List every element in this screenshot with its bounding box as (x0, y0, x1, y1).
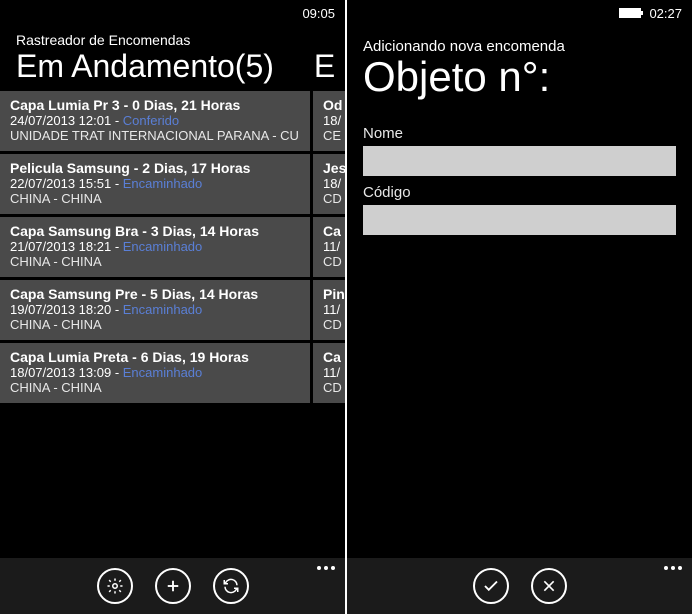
package-item-peek[interactable]: Od18/CE (313, 91, 345, 151)
item-subtitle: 11/ (323, 302, 345, 317)
list-row: Capa Samsung Bra - 3 Dias, 14 Horas21/07… (0, 217, 345, 277)
status-link[interactable]: Encaminhado (123, 302, 203, 317)
item-title: Ca (323, 349, 345, 365)
check-icon (482, 577, 500, 595)
item-subtitle: 11/ (323, 239, 345, 254)
package-item-peek[interactable]: Pin11/CD (313, 280, 345, 340)
item-title: Pin (323, 286, 345, 302)
item-title: Capa Samsung Pre - 5 Dias, 14 Horas (10, 286, 300, 302)
battery-icon (619, 8, 641, 18)
clock: 02:27 (649, 6, 682, 21)
package-item-peek[interactable]: Jes18/CD (313, 154, 345, 214)
status-bar: 09:05 (0, 0, 345, 24)
app-bar (0, 558, 345, 614)
package-item[interactable]: Capa Lumia Preta - 6 Dias, 19 Horas18/07… (0, 343, 310, 403)
refresh-button[interactable] (213, 568, 249, 604)
item-subtitle: 11/ (323, 365, 345, 380)
name-label: Nome (363, 125, 676, 142)
package-item[interactable]: Pelicula Samsung - 2 Dias, 17 Horas22/07… (0, 154, 310, 214)
clock: 09:05 (302, 6, 335, 21)
gear-icon (106, 577, 124, 595)
item-location: CHINA - CHINA (10, 317, 300, 332)
pivot-next-peek[interactable]: E (314, 48, 335, 85)
package-item-peek[interactable]: Ca11/CD (313, 343, 345, 403)
name-input[interactable] (363, 146, 676, 176)
item-subtitle: 18/ (323, 176, 345, 191)
plus-icon (164, 577, 182, 595)
settings-button[interactable] (97, 568, 133, 604)
close-icon (541, 578, 557, 594)
status-link[interactable]: Encaminhado (123, 176, 203, 191)
code-label: Código (363, 184, 676, 201)
item-location: CD (323, 191, 345, 206)
cancel-button[interactable] (531, 568, 567, 604)
item-location: CE (323, 128, 345, 143)
page-title: Objeto n°: (347, 55, 692, 111)
item-subtitle: 22/07/2013 15:51 - Encaminhado (10, 176, 300, 191)
item-title: Ca (323, 223, 345, 239)
list-row: Capa Lumia Pr 3 - 0 Dias, 21 Horas24/07/… (0, 91, 345, 151)
more-button[interactable] (664, 566, 682, 570)
pivot-header[interactable]: Em Andamento(5) E (0, 48, 345, 91)
package-item-peek[interactable]: Ca11/CD (313, 217, 345, 277)
item-title: Capa Samsung Bra - 3 Dias, 14 Horas (10, 223, 300, 239)
status-link[interactable]: Conferido (123, 113, 179, 128)
item-title: Capa Lumia Pr 3 - 0 Dias, 21 Horas (10, 97, 300, 113)
status-link[interactable]: Encaminhado (123, 239, 203, 254)
add-button[interactable] (155, 568, 191, 604)
page-subtitle: Adicionando nova encomenda (347, 24, 692, 55)
item-location: CHINA - CHINA (10, 254, 300, 269)
list-row: Capa Lumia Preta - 6 Dias, 19 Horas18/07… (0, 343, 345, 403)
package-item[interactable]: Capa Samsung Bra - 3 Dias, 14 Horas21/07… (0, 217, 310, 277)
item-location: CD (323, 317, 345, 332)
status-bar: 02:27 (347, 0, 692, 24)
phone-add-package: 02:27 Adicionando nova encomenda Objeto … (347, 0, 692, 614)
item-title: Pelicula Samsung - 2 Dias, 17 Horas (10, 160, 300, 176)
item-subtitle: 24/07/2013 12:01 - Conferido (10, 113, 300, 128)
item-location: CHINA - CHINA (10, 380, 300, 395)
package-item[interactable]: Capa Samsung Pre - 5 Dias, 14 Horas19/07… (0, 280, 310, 340)
item-title: Capa Lumia Preta - 6 Dias, 19 Horas (10, 349, 300, 365)
item-location: CHINA - CHINA (10, 191, 300, 206)
item-subtitle: 18/07/2013 13:09 - Encaminhado (10, 365, 300, 380)
pivot-current[interactable]: Em Andamento(5) (16, 48, 274, 91)
item-subtitle: 21/07/2013 18:21 - Encaminhado (10, 239, 300, 254)
code-input[interactable] (363, 205, 676, 235)
phone-tracking-list: 09:05 Rastreador de Encomendas Em Andame… (0, 0, 345, 614)
confirm-button[interactable] (473, 568, 509, 604)
package-item[interactable]: Capa Lumia Pr 3 - 0 Dias, 21 Horas24/07/… (0, 91, 310, 151)
app-title: Rastreador de Encomendas (0, 24, 345, 48)
package-list[interactable]: Capa Lumia Pr 3 - 0 Dias, 21 Horas24/07/… (0, 91, 345, 558)
more-button[interactable] (317, 566, 335, 570)
item-title: Jes (323, 160, 345, 176)
item-location: CD (323, 380, 345, 395)
item-location: CD (323, 254, 345, 269)
status-link[interactable]: Encaminhado (123, 365, 203, 380)
app-bar (347, 558, 692, 614)
item-title: Od (323, 97, 345, 113)
add-form: Nome Código (347, 111, 692, 235)
list-row: Capa Samsung Pre - 5 Dias, 14 Horas19/07… (0, 280, 345, 340)
refresh-icon (222, 577, 240, 595)
item-location: UNIDADE TRAT INTERNACIONAL PARANA - CU (10, 128, 300, 143)
item-subtitle: 18/ (323, 113, 345, 128)
item-subtitle: 19/07/2013 18:20 - Encaminhado (10, 302, 300, 317)
list-row: Pelicula Samsung - 2 Dias, 17 Horas22/07… (0, 154, 345, 214)
